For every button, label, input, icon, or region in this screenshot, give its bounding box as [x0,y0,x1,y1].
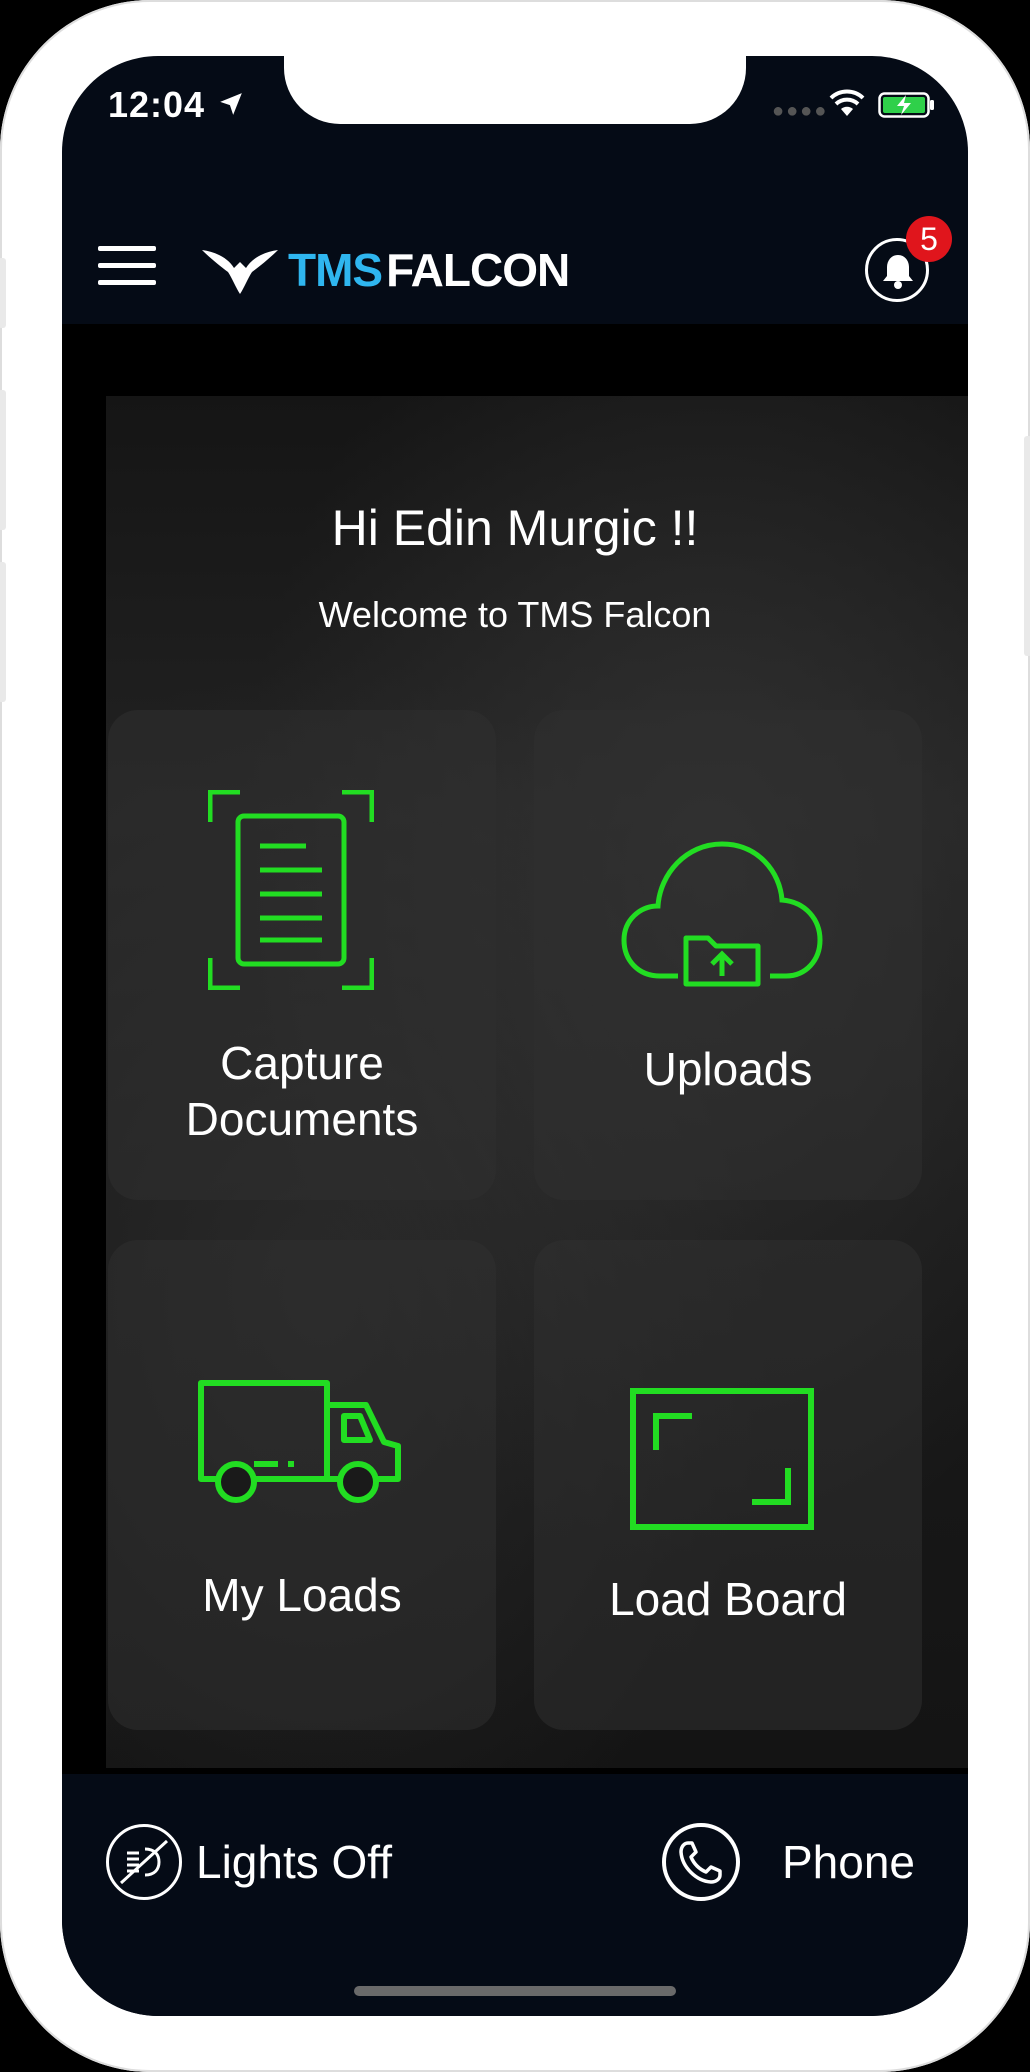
menu-line [98,263,156,268]
falcon-logo-icon [202,250,278,294]
menu-line [98,246,156,251]
load-board-label: Load Board [609,1573,847,1625]
power-button [1024,436,1030,656]
uploads-tile[interactable]: Uploads [534,710,922,1200]
load-board-tile[interactable]: Load Board [534,1240,922,1730]
load-board-icon [630,1388,814,1530]
uploads-label: Uploads [643,1043,813,1095]
wifi-icon [829,89,865,116]
status-time: 12:04 [108,84,206,125]
capture-documents-tile[interactable]: Capture Documents [108,710,496,1200]
logo-text-falcon: FALCON [386,244,570,296]
mute-switch [0,258,6,328]
location-arrow-icon [220,93,242,115]
app-header: TMS FALCON 5 [62,168,968,323]
phone-button[interactable]: Phone [662,1822,915,1902]
menu-line [98,280,156,285]
cloud-upload-icon [621,841,823,987]
bottom-bar: Lights Off Phone [62,1774,968,2016]
truck-icon [198,1380,401,1503]
notch [284,56,746,124]
scan-document-icon [208,790,374,990]
phone-icon [662,1823,740,1901]
notification-count-badge: 5 [906,216,952,262]
lights-off-label: Lights Off [196,1836,393,1888]
menu-button[interactable] [98,246,156,288]
capture-documents-label-line1: Capture [220,1037,384,1089]
bell-icon [883,255,913,289]
phone-label: Phone [782,1836,916,1888]
my-loads-label: My Loads [202,1569,402,1621]
dashboard-content: Hi Edin Murgic !! Welcome to TMS Falcon [62,324,968,1774]
volume-down-button [0,562,6,702]
app-logo: TMS FALCON [202,240,570,300]
logo-text-tms: TMS [288,244,383,296]
capture-documents-label-line2: Documents [185,1093,419,1145]
lights-off-button[interactable]: Lights Off [106,1822,392,1902]
battery-charging-icon [878,92,934,118]
welcome-text: Welcome to TMS Falcon [318,594,712,635]
phone-frame: 12:04 ●●●● TMS FALCON 5 Hi Edin Murgic !… [0,0,1030,2072]
home-indicator[interactable] [354,1986,676,1996]
volume-up-button [0,390,6,530]
my-loads-tile[interactable]: My Loads [108,1240,496,1730]
app-screen: 12:04 ●●●● TMS FALCON 5 Hi Edin Murgic !… [62,56,968,2016]
signal-dots-icon: ●●●● [772,100,829,122]
greeting-text: Hi Edin Murgic !! [331,500,699,556]
lights-off-icon [106,1824,182,1900]
